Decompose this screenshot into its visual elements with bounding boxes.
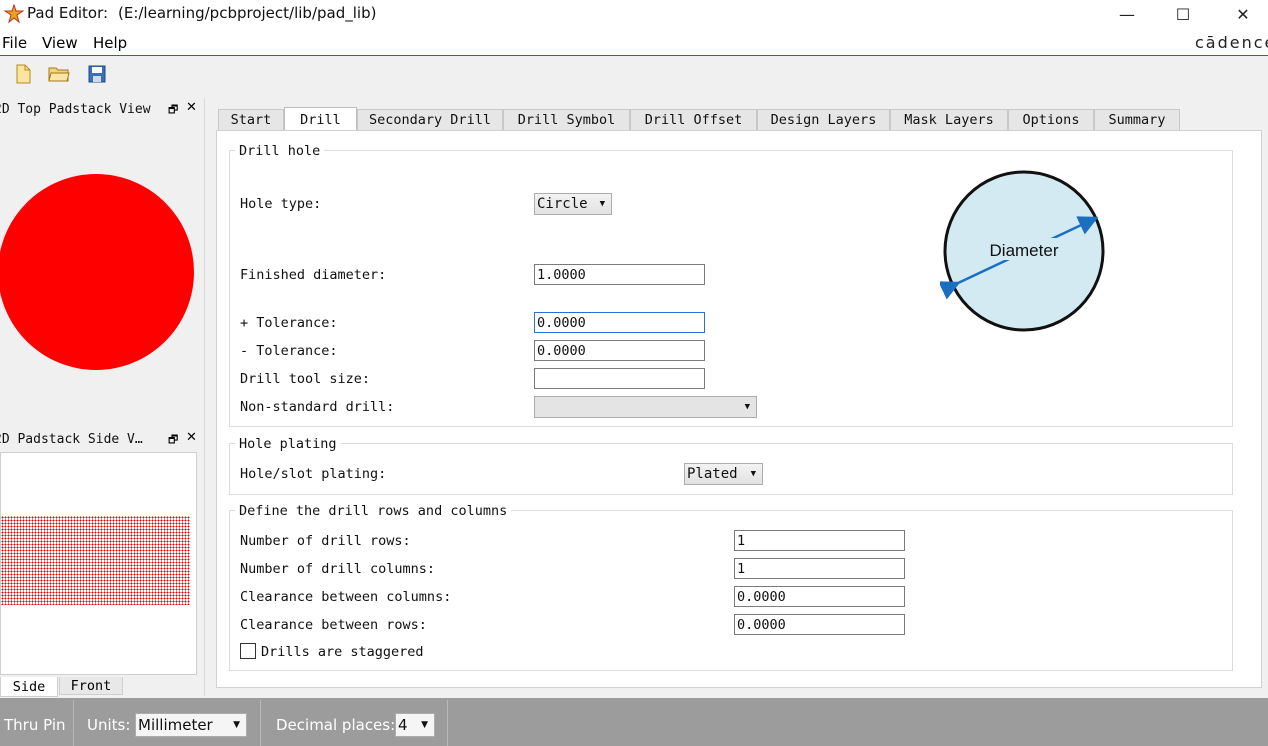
hole-plating-legend: Hole plating (235, 436, 341, 452)
window-title: Pad Editor: (27, 4, 109, 22)
drill-rows-legend: Define the drill rows and columns (235, 503, 512, 519)
maximize-icon: ☐ (1175, 4, 1191, 24)
diameter-diagram: Diameter (938, 168, 1110, 336)
new-button[interactable] (10, 63, 36, 89)
drill-rows-input[interactable]: 1 (734, 530, 905, 551)
decimal-places-value: 4 (398, 716, 408, 734)
top-padstack-view (0, 122, 200, 422)
tab-design-layers[interactable]: Design Layers (757, 109, 890, 130)
splitter[interactable] (204, 98, 205, 696)
chevron-down-icon: ▼ (233, 720, 240, 730)
clearance-columns-label: Clearance between columns: (240, 589, 452, 605)
menu-view[interactable]: View (42, 34, 78, 52)
drill-tool-size-label: Drill tool size: (240, 371, 371, 387)
side-view-title: 2D Padstack Side V… (0, 432, 143, 447)
save-button[interactable] (84, 63, 110, 89)
units-select[interactable]: Millimeter ▼ (135, 713, 247, 737)
tab-start[interactable]: Start (218, 109, 284, 130)
cadence-logo: cādence (1195, 33, 1268, 52)
units-label: Units: (87, 716, 131, 734)
drill-rows-label: Number of drill rows: (240, 533, 411, 549)
chevron-down-icon: ▼ (744, 402, 750, 412)
status-divider (260, 700, 261, 746)
close-dock-icon[interactable]: ✕ (186, 100, 197, 115)
chevron-down-icon: ▼ (421, 720, 428, 730)
pad-top-svg (0, 174, 194, 370)
hole-type-value: Circle (537, 196, 588, 212)
plus-tolerance-label: + Tolerance: (240, 315, 338, 331)
hole-slot-plating-label: Hole/slot plating: (240, 466, 387, 482)
hole-plating-value: Plated (687, 466, 738, 482)
top-view-title: 2D Top Padstack View (0, 102, 151, 117)
menu-bar: File View Help cādence (0, 28, 1268, 56)
tab-drill[interactable]: Drill (284, 107, 357, 131)
chevron-down-icon: ▼ (750, 469, 756, 479)
decimal-places-label: Decimal places: (276, 716, 396, 734)
app-logo-icon (3, 3, 25, 24)
tab-options[interactable]: Options (1008, 109, 1094, 130)
minimize-button[interactable]: — (1104, 0, 1150, 28)
tab-drill-offset[interactable]: Drill Offset (630, 109, 757, 130)
minus-tolerance-input[interactable]: 0.0000 (534, 340, 705, 361)
status-divider (447, 700, 448, 746)
clearance-rows-input[interactable]: 0.0000 (734, 614, 905, 635)
mode-label: Thru Pin (4, 716, 66, 734)
plus-tolerance-input[interactable]: 0.0000 (534, 312, 705, 333)
finished-diameter-label: Finished diameter: (240, 267, 387, 283)
drill-tool-size-input[interactable] (534, 368, 705, 389)
hole-type-select[interactable]: Circle ▼ (534, 193, 612, 215)
tab-mask-layers[interactable]: Mask Layers (890, 109, 1008, 130)
save-icon (88, 65, 106, 87)
toolbar (0, 57, 1268, 95)
clearance-columns-input[interactable]: 0.0000 (734, 586, 905, 607)
side-view-dock-header: 2D Padstack Side V… 🗗 ✕ (0, 430, 200, 450)
close-window-button[interactable]: ✕ (1220, 0, 1266, 28)
maximize-button[interactable]: ☐ (1160, 0, 1206, 28)
tab-side[interactable]: Side (0, 677, 58, 697)
window-path: (E:/learning/pcbproject/lib/pad_lib) (118, 4, 377, 22)
open-button[interactable] (46, 63, 72, 89)
minus-tolerance-label: - Tolerance: (240, 343, 338, 359)
float-icon[interactable]: 🗗 (168, 101, 178, 120)
staggered-label: Drills are staggered (261, 644, 424, 660)
open-folder-icon (48, 65, 70, 87)
top-view-dock-header: 2D Top Padstack View 🗗 ✕ (0, 100, 200, 120)
staggered-checkbox[interactable] (240, 643, 256, 659)
tab-summary[interactable]: Summary (1094, 109, 1180, 130)
pad-shape (0, 174, 194, 370)
non-standard-drill-label: Non-standard drill: (240, 399, 395, 415)
menu-help[interactable]: Help (93, 34, 127, 52)
finished-diameter-input[interactable]: 1.0000 (534, 264, 705, 285)
drill-columns-input[interactable]: 1 (734, 558, 905, 579)
tab-front[interactable]: Front (59, 677, 123, 695)
clearance-rows-label: Clearance between rows: (240, 617, 427, 633)
side-drill-hatch (1, 516, 190, 605)
tab-drill-symbol[interactable]: Drill Symbol (503, 109, 630, 130)
new-file-icon (14, 64, 32, 88)
hole-type-label: Hole type: (240, 196, 322, 212)
side-padstack-view (0, 452, 197, 675)
pad-editor-window: Pad Editor: (E:/learning/pcbproject/lib/… (0, 0, 1268, 746)
chevron-down-icon: ▼ (599, 199, 605, 209)
close-icon: ✕ (1236, 4, 1250, 24)
status-divider (73, 700, 74, 746)
close-dock-icon[interactable]: ✕ (186, 430, 197, 445)
diameter-label: Diameter (990, 241, 1059, 260)
menu-file[interactable]: File (2, 34, 27, 52)
title-bar: Pad Editor: (E:/learning/pcbproject/lib/… (0, 0, 1268, 28)
decimal-places-select[interactable]: 4 ▼ (395, 713, 435, 737)
tab-secondary-drill[interactable]: Secondary Drill (357, 109, 503, 130)
drill-hole-legend: Drill hole (235, 143, 325, 159)
hole-plating-select[interactable]: Plated ▼ (684, 463, 763, 485)
non-standard-drill-select[interactable]: ▼ (534, 396, 757, 418)
float-icon[interactable]: 🗗 (168, 431, 178, 450)
units-value: Millimeter (138, 716, 213, 734)
drill-columns-label: Number of drill columns: (240, 561, 436, 577)
minimize-icon: — (1119, 4, 1135, 24)
